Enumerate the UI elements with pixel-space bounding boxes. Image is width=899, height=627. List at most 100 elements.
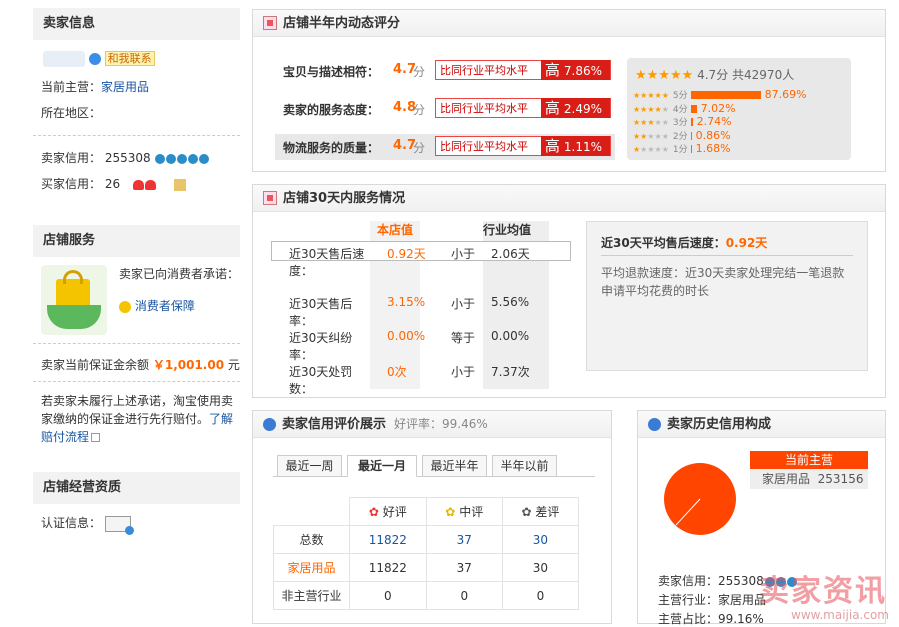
guarantee-label[interactable]: 消费者保障 bbox=[135, 299, 195, 313]
table-header-row: ✿ 好评 ✿ 中评 ✿ 差评 bbox=[274, 497, 580, 526]
cell-good: 11822 bbox=[349, 553, 427, 582]
dsr-unit: 分 bbox=[413, 103, 426, 117]
row-label: 非主营行业 bbox=[273, 581, 350, 610]
qualification-title: 店铺经营资质 bbox=[33, 472, 240, 504]
dist-label: 3分 bbox=[672, 118, 688, 128]
dsr-unit: 分 bbox=[413, 141, 426, 155]
cell-good[interactable]: 11822 bbox=[349, 525, 427, 554]
table-row: 家居用品 11822 37 30 bbox=[273, 553, 580, 582]
dist-bar bbox=[690, 131, 692, 140]
service-shop-value: 3.15% bbox=[387, 295, 426, 309]
tip-desc: 平均退款速度：近30天卖家处理完结一笔退款申请平均花费的时长 bbox=[601, 266, 845, 298]
row-label: 总数 bbox=[273, 525, 350, 554]
dist-row: ★★★★★ 2分 0.86% bbox=[633, 129, 731, 142]
neutral-icon: ✿ bbox=[445, 505, 456, 519]
dist-row: ★★★★★ 3分 2.74% bbox=[633, 115, 732, 128]
arrow-icon[interactable] bbox=[91, 433, 101, 442]
qualification-panel: 店铺经营资质 认证信息： bbox=[33, 472, 240, 552]
service-compare: 小于 bbox=[451, 297, 476, 311]
dist-stars-icon: ★★★★★ bbox=[633, 104, 669, 114]
deposit-note: 若卖家未履行上述承诺，淘宝使用卖家缴纳的保证金进行先行赔付。了解赔付流程 bbox=[41, 392, 241, 446]
license-icon[interactable] bbox=[104, 515, 134, 535]
service-avg-value: 2.06天 bbox=[491, 247, 530, 261]
dist-pct: 1.68% bbox=[695, 142, 731, 155]
service-title: 店铺30天内服务情况 bbox=[283, 191, 406, 206]
dsr-row: 卖家的服务态度： 4.8 分比同行业平均水平高 2.49% bbox=[275, 96, 615, 122]
deposit-label: 卖家当前保证金余额 bbox=[41, 358, 150, 372]
buyer-credit-value: 26 bbox=[104, 177, 121, 191]
history-seller-credit-text: 卖家信用：255308 bbox=[658, 574, 764, 588]
cert-label: 认证信息： bbox=[41, 516, 102, 530]
dsr-compare-badge: 比同行业平均水平高 2.49% bbox=[435, 98, 611, 118]
cell-bad[interactable]: 30 bbox=[501, 525, 580, 554]
contact-button[interactable]: 和我联系 bbox=[104, 51, 155, 66]
service-compare: 小于 bbox=[451, 247, 476, 261]
dsr-compare-badge: 比同行业平均水平高 7.86% bbox=[435, 60, 611, 80]
dist-label: 4分 bbox=[672, 104, 688, 115]
credit-eval-title: 卖家信用评价展示 bbox=[282, 417, 387, 432]
badge-icon bbox=[119, 300, 131, 313]
credit-table: ✿ 好评 ✿ 中评 ✿ 差评 总数 11822 37 30 家居用品 11822… bbox=[273, 497, 580, 610]
service-header: 店铺30天内服务情况 bbox=[253, 185, 885, 212]
watermark-url: www.maijia.com bbox=[791, 608, 889, 622]
history-main-ratio: 主营占比：99.16% bbox=[658, 612, 764, 626]
main-tag: 当前主营 bbox=[750, 451, 868, 469]
tip-title: 近30天平均售后速度： bbox=[601, 236, 726, 250]
tab-older[interactable]: 半年以前 bbox=[492, 455, 557, 477]
service-avg-value: 5.56% bbox=[491, 295, 530, 309]
col-avg: 行业均值 bbox=[483, 223, 532, 237]
dist-label: 1分 bbox=[672, 145, 688, 155]
service-panel: 店铺30天内服务情况 本店值 行业均值 近30天售后速度： 0.92天 小于 2.06… bbox=[252, 184, 886, 398]
compare-level: 高 bbox=[544, 61, 560, 79]
header-good: ✿ 好评 bbox=[349, 497, 427, 526]
tab-week[interactable]: 最近一周 bbox=[277, 455, 342, 477]
heart-icon[interactable] bbox=[132, 177, 156, 191]
cell-mid: 37 bbox=[425, 553, 503, 582]
promise-text: 卖家已向消费者承诺： bbox=[119, 267, 240, 281]
header-mid: ✿ 中评 bbox=[425, 497, 503, 526]
cell-mid[interactable]: 37 bbox=[425, 525, 503, 554]
seller-info-panel: 卖家信息 和我联系 当前主营：家居用品 所在地区： 卖家信用： 255308 买… bbox=[33, 8, 240, 208]
dsr-summary: ★★★★★ 4.7分 共42970人 ★★★★★ 5分 87.69% ★★★★★ 4分 7… bbox=[627, 58, 851, 160]
dsr-label: 宝贝与描述相符： bbox=[283, 65, 380, 79]
tag-item: 家居用品 bbox=[762, 472, 811, 486]
seller-credit-label: 卖家信用： bbox=[41, 151, 102, 165]
tab-halfyear[interactable]: 最近半年 bbox=[422, 455, 487, 477]
learn-link[interactable]: 了解 bbox=[209, 412, 233, 426]
service-avg-value: 7.37次 bbox=[491, 365, 530, 379]
compare-level: 高 bbox=[544, 99, 560, 117]
service-compare: 小于 bbox=[451, 365, 476, 379]
dist-pct: 87.69% bbox=[764, 88, 807, 101]
seller-credit-value: 255308 bbox=[104, 151, 151, 165]
chat-icon bbox=[88, 52, 101, 65]
deposit-note-text: 若卖家未履行上述承诺，淘宝使用卖家缴纳的保证金进行先行赔付。 bbox=[41, 394, 234, 426]
good-rate: 好评率：99.46% bbox=[394, 417, 488, 431]
dsr-panel: 店铺半年内动态评分 宝贝与描述相符： 4.7 分比同行业平均水平高 7.86% 卖家的服… bbox=[252, 9, 886, 172]
table-row: 总数 11822 37 30 bbox=[273, 525, 580, 554]
deposit-row: 卖家当前保证金余额 ￥1,001.00 元 bbox=[41, 356, 240, 373]
guarantee-link[interactable]: 消费者保障 bbox=[119, 297, 195, 314]
credit-eval-header: 卖家信用评价展示 好评率：99.46% bbox=[253, 411, 611, 438]
vip-icon[interactable] bbox=[173, 178, 186, 191]
compare-value: 高 7.86% bbox=[540, 60, 610, 80]
dist-bar bbox=[690, 91, 761, 99]
compare-pct: 1.11% bbox=[563, 140, 602, 154]
tag-value: 253156 bbox=[817, 472, 864, 486]
dist-stars-icon: ★★★★★ bbox=[633, 131, 669, 141]
dsr-unit: 分 bbox=[413, 65, 426, 79]
dist-row: ★★★★★ 1分 1.68% bbox=[633, 142, 731, 155]
tab-month[interactable]: 最近一月 bbox=[347, 455, 417, 477]
seller-name[interactable]: 和我联系 bbox=[43, 50, 155, 67]
tip-value: 0.92天 bbox=[725, 236, 768, 250]
crown-icon[interactable] bbox=[154, 151, 210, 165]
deposit-value: ￥1,001.00 bbox=[152, 358, 225, 372]
good-icon: ✿ bbox=[368, 505, 379, 519]
calendar-icon bbox=[263, 15, 277, 30]
dsr-label: 物流服务的质量： bbox=[283, 141, 380, 155]
dist-pct: 7.02% bbox=[700, 101, 736, 115]
shop-service-title: 店铺服务 bbox=[33, 225, 240, 257]
dist-label: 2分 bbox=[672, 131, 688, 142]
service-label: 近30天纠纷率： bbox=[289, 331, 353, 362]
compensation-process-link[interactable]: 赔付流程 bbox=[41, 430, 89, 444]
main-business-link[interactable]: 家居用品 bbox=[101, 80, 149, 94]
